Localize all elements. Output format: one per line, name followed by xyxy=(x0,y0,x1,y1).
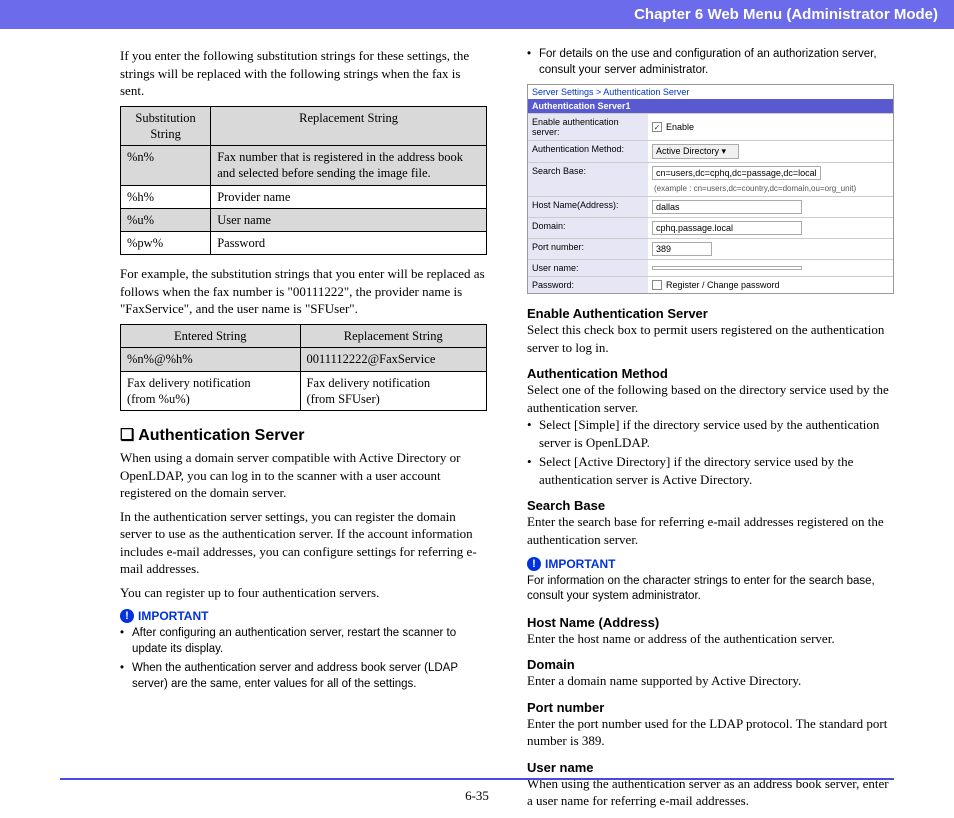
table-cell: Provider name xyxy=(211,185,487,208)
right-column: •For details on the use and configuratio… xyxy=(527,47,894,810)
auth-paragraph: You can register up to four authenticati… xyxy=(120,584,487,602)
intro-paragraph-2: For example, the substitution strings th… xyxy=(120,265,487,318)
field-heading: Port number xyxy=(527,700,894,715)
field-heading: User name xyxy=(527,760,894,775)
sc-input xyxy=(652,266,802,270)
sc-label: Password: xyxy=(528,277,648,293)
table-header: Substitution String xyxy=(121,106,211,146)
important-heading: !IMPORTANT xyxy=(527,557,894,571)
authentication-server-heading: Authentication Server xyxy=(120,425,487,445)
sc-value: Enable xyxy=(666,122,694,132)
table-header: Entered String xyxy=(121,325,301,348)
field-heading: Domain xyxy=(527,657,894,672)
bullet-item: After configuring an authentication serv… xyxy=(132,626,487,657)
substitution-table: Substitution StringReplacement String %n… xyxy=(120,106,487,256)
field-body: Enter the host name or address of the au… xyxy=(527,630,894,648)
checkbox-icon: ✓ xyxy=(652,122,662,132)
important-note: For information on the character strings… xyxy=(527,574,894,605)
checkbox-icon xyxy=(652,280,662,290)
field-heading: Enable Authentication Server xyxy=(527,306,894,321)
sc-label: Domain: xyxy=(528,218,648,238)
important-text: For information on the character strings… xyxy=(527,575,875,603)
field-heading: Authentication Method xyxy=(527,366,894,381)
auth-paragraph: In the authentication server settings, y… xyxy=(120,508,487,578)
important-icon: ! xyxy=(120,609,134,623)
sc-input: dallas xyxy=(652,200,802,214)
top-bullet: •For details on the use and configuratio… xyxy=(527,47,894,78)
bullet-item: For details on the use and configuration… xyxy=(539,47,894,78)
bullet-item: Select [Active Directory] if the directo… xyxy=(539,453,894,488)
footer-rule xyxy=(60,778,894,780)
table-cell: %n%@%h% xyxy=(121,348,301,371)
table-cell: Fax number that is registered in the add… xyxy=(211,146,487,186)
table-cell: Fax delivery notification (from %u%) xyxy=(121,371,301,411)
table-cell: User name xyxy=(211,208,487,231)
screenshot-breadcrumb: Server Settings > Authentication Server xyxy=(528,85,893,99)
sc-hint: (example : cn=users,dc=country,dc=domain… xyxy=(654,184,856,193)
important-icon: ! xyxy=(527,557,541,571)
page-body: If you enter the following substitution … xyxy=(0,29,954,810)
sc-label: Enable authentication server: xyxy=(528,114,648,140)
screenshot-figure: Server Settings > Authentication Server … xyxy=(527,84,894,294)
important-bullets: •After configuring an authentication ser… xyxy=(120,626,487,692)
field-body: Select this check box to permit users re… xyxy=(527,321,894,356)
sc-input: cn=users,dc=cphq,dc=passage,dc=local xyxy=(652,166,821,180)
left-column: If you enter the following substitution … xyxy=(120,47,487,810)
sc-label: Port number: xyxy=(528,239,648,259)
table-cell: 0011112222@FaxService xyxy=(300,348,486,371)
auth-paragraph: When using a domain server compatible wi… xyxy=(120,449,487,502)
example-table: Entered StringReplacement String %n%@%h%… xyxy=(120,324,487,411)
field-body: Enter the port number used for the LDAP … xyxy=(527,715,894,750)
table-cell: Fax delivery notification (from SFUser) xyxy=(300,371,486,411)
sc-value: Register / Change password xyxy=(666,280,780,290)
table-cell: %n% xyxy=(121,146,211,186)
field-heading: Search Base xyxy=(527,498,894,513)
table-header: Replacement String xyxy=(211,106,487,146)
field-bullets: •Select [Simple] if the directory servic… xyxy=(527,416,894,488)
bullet-item: Select [Simple] if the directory service… xyxy=(539,416,894,451)
table-cell: %pw% xyxy=(121,232,211,255)
sc-label: Search Base: xyxy=(528,163,648,196)
page-number: 6-35 xyxy=(0,788,954,804)
sc-label: Authentication Method: xyxy=(528,141,648,162)
sc-input: cphq.passage.local xyxy=(652,221,802,235)
table-cell: Password xyxy=(211,232,487,255)
field-body: Enter the search base for referring e-ma… xyxy=(527,513,894,548)
table-header: Replacement String xyxy=(300,325,486,348)
screenshot-section-bar: Authentication Server1 xyxy=(528,99,893,113)
sc-input: 389 xyxy=(652,242,712,256)
chapter-title: Chapter 6 Web Menu (Administrator Mode) xyxy=(634,6,938,23)
sc-select: Active Directory ▾ xyxy=(652,144,739,159)
bullet-item: When the authentication server and addre… xyxy=(132,661,487,692)
field-body: Select one of the following based on the… xyxy=(527,381,894,416)
sc-label: Host Name(Address): xyxy=(528,197,648,217)
important-heading: !IMPORTANT xyxy=(120,609,487,623)
sc-label: User name: xyxy=(528,260,648,276)
field-heading: Host Name (Address) xyxy=(527,615,894,630)
field-body: Enter a domain name supported by Active … xyxy=(527,672,894,690)
intro-paragraph-1: If you enter the following substitution … xyxy=(120,47,487,100)
table-cell: %u% xyxy=(121,208,211,231)
table-cell: %h% xyxy=(121,185,211,208)
chapter-header: Chapter 6 Web Menu (Administrator Mode) xyxy=(0,0,954,29)
